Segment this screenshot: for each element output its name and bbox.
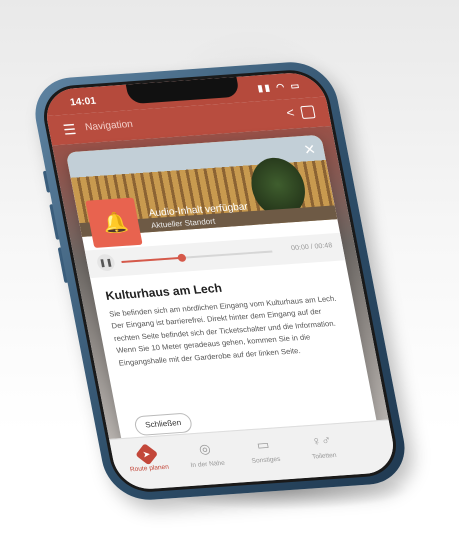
audio-badge: 🔔 [85,197,143,248]
progress-thumb[interactable] [177,253,187,263]
route-icon: ➤ [135,443,159,466]
tab-label: In der Nähe [190,459,226,470]
tab-label: Route planen [129,463,170,474]
pause-button[interactable]: ❚❚ [95,253,117,272]
share-icon[interactable]: < [285,105,295,120]
menu-icon[interactable]: ☰ [62,121,78,139]
status-time: 14:01 [69,95,98,109]
toilet-icon: ♀♂ [310,432,333,449]
progress-track[interactable] [121,250,273,263]
tab-nearby[interactable]: ◎ In der Nähe [175,439,236,469]
tab-route[interactable]: ➤ Route planen [117,443,178,473]
bell-icon: 🔔 [100,211,131,236]
close-icon[interactable]: ✕ [302,141,317,159]
close-button[interactable]: Schließen [133,412,194,437]
player-time: 00:00 / 00:48 [290,242,334,253]
notch [125,76,241,105]
tab-toilets[interactable]: ♀♂ Toiletten [292,431,353,461]
status-icons: ▮▮ ◠ ▭ [256,80,303,94]
progress-fill [121,256,183,263]
location-icon: ◎ [197,440,212,457]
tab-label: Sonstiges [251,455,282,465]
chat-icon: ▭ [255,436,271,453]
tab-label: Toiletten [311,451,338,461]
modal-description: Sie befinden sich am nördlichen Eingang … [108,293,338,368]
tab-other[interactable]: ▭ Sonstiges [233,435,294,465]
modal-title: Kulturhaus am Lech [104,280,224,303]
window-icon[interactable] [300,105,316,120]
app-title: Navigation [84,119,134,134]
